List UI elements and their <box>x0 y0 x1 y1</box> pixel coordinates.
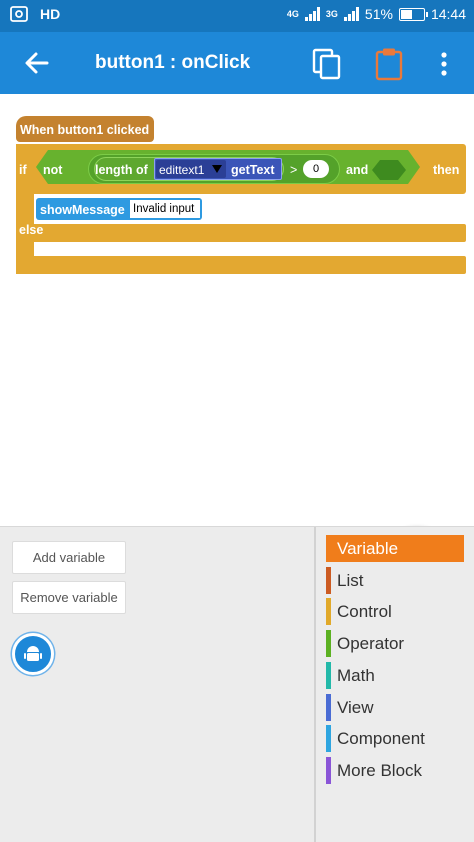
more-vert-icon[interactable] <box>434 50 454 78</box>
copy-icon[interactable] <box>312 48 342 80</box>
palette-block-list: Add variable Remove variable <box>0 527 314 842</box>
category-color-bar <box>326 598 331 625</box>
else-label: else <box>19 223 44 237</box>
screenshot-icon <box>10 6 28 22</box>
category-operator[interactable]: Operator <box>326 630 464 657</box>
chevron-down-icon <box>212 165 222 173</box>
network-type-2: 3G <box>325 8 338 19</box>
category-label: Variable <box>337 539 399 558</box>
android-icon <box>24 646 42 661</box>
edittext-value: edittext1 <box>159 163 205 177</box>
not-label: not <box>43 163 63 177</box>
show-message-label: showMessage <box>40 203 125 217</box>
category-label: Component <box>337 729 425 748</box>
category-list[interactable]: List <box>326 567 464 594</box>
android-component-button[interactable] <box>12 633 54 675</box>
compare-value-input[interactable]: 0 <box>303 160 329 178</box>
category-view[interactable]: View <box>326 694 464 721</box>
network-type: 4G <box>286 8 299 19</box>
clock: 14:44 <box>430 6 466 22</box>
category-control[interactable]: Control <box>326 598 464 625</box>
category-label: Control <box>337 602 392 621</box>
remove-variable-button[interactable]: Remove variable <box>12 581 126 614</box>
page-title: button1 : onClick <box>95 52 251 73</box>
category-label: List <box>337 571 364 590</box>
length-of-label: length of <box>95 163 148 177</box>
block-canvas[interactable]: When button1 clicked if else then not le… <box>0 94 474 526</box>
category-color-bar <box>326 757 331 784</box>
category-color-bar <box>326 662 331 689</box>
signal-icon-2 <box>343 7 359 21</box>
category-color-bar <box>326 725 331 752</box>
category-color-bar <box>326 694 331 721</box>
clipboard-icon[interactable] <box>374 47 404 81</box>
event-block-label: When button1 clicked <box>20 123 150 137</box>
status-bar: HD 4G 3G 51% 14:44 <box>0 0 474 32</box>
category-label: View <box>337 698 374 717</box>
then-label: then <box>433 163 460 177</box>
else-bar <box>16 224 466 242</box>
add-variable-button[interactable]: Add variable <box>12 541 126 574</box>
and-label: and <box>346 163 369 177</box>
battery-icon <box>398 7 428 21</box>
app-bar: button1 : onClick <box>0 32 474 94</box>
if-label: if <box>19 163 27 177</box>
message-text-input[interactable]: Invalid input <box>130 200 200 218</box>
category-color-bar <box>326 630 331 657</box>
category-math[interactable]: Math <box>326 662 464 689</box>
back-arrow-icon[interactable] <box>20 46 54 80</box>
category-variable[interactable]: Variable <box>326 535 464 562</box>
if-block-end <box>16 256 466 274</box>
category-color-bar <box>326 567 331 594</box>
hd-icon: HD <box>40 6 61 22</box>
palette-divider <box>314 527 316 842</box>
category-component[interactable]: Component <box>326 725 464 752</box>
category-more-block[interactable]: More Block <box>326 757 464 784</box>
category-label: Math <box>337 666 375 685</box>
category-label: Operator <box>337 634 405 653</box>
get-text-label: getText <box>231 163 275 177</box>
block-palette: Add variable Remove variable Variable Lis… <box>0 526 474 842</box>
battery-percent: 51% <box>364 6 393 22</box>
category-label: More Block <box>337 761 423 780</box>
greater-than-symbol: > <box>290 163 298 177</box>
signal-icon <box>304 7 320 21</box>
